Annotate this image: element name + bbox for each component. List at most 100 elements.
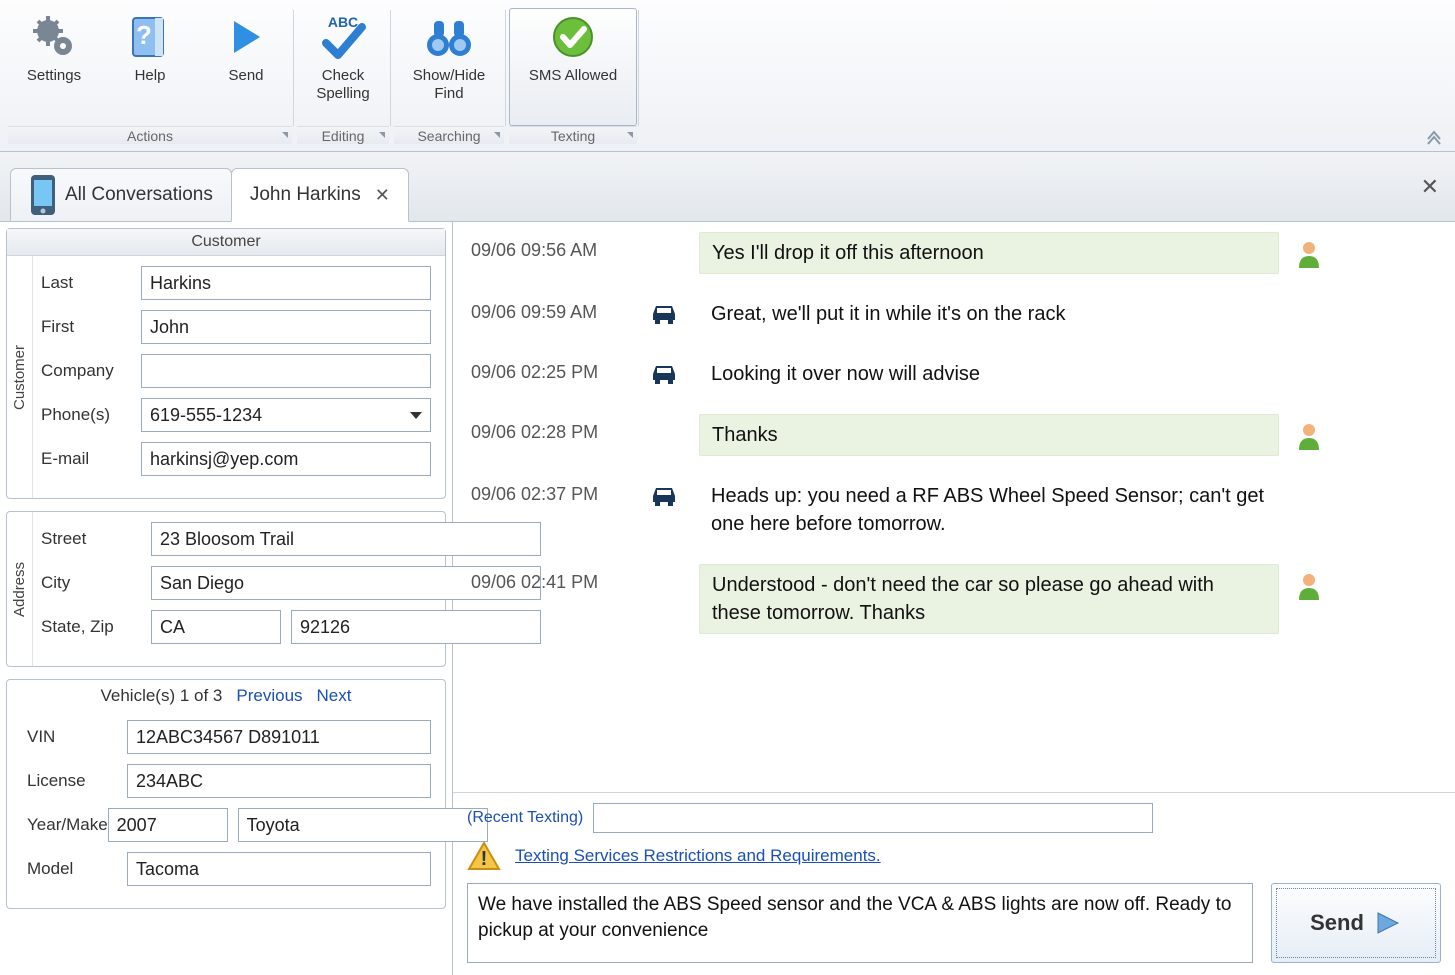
first-label: First xyxy=(41,317,141,337)
ribbon-group-title-actions: Actions xyxy=(8,126,292,144)
send-button-label: Send xyxy=(1310,910,1364,936)
first-name-input[interactable] xyxy=(141,310,431,344)
group-title-text: Searching xyxy=(417,128,480,144)
ribbon-group-title-searching: Searching xyxy=(394,126,504,144)
conversation-column: 09/06 09:56 AMYes I'll drop it off this … xyxy=(453,222,1455,975)
compose-textarea[interactable] xyxy=(467,883,1253,963)
shop-car-icon xyxy=(649,294,681,326)
vehicle-prev-link[interactable]: Previous xyxy=(236,686,302,706)
message-row: 09/06 02:37 PM Heads up: you need a RF AB… xyxy=(471,476,1431,544)
customer-avatar-icon xyxy=(1297,564,1325,600)
panel-close-icon[interactable]: ✕ xyxy=(1421,174,1439,200)
shop-car-icon xyxy=(649,476,681,508)
phone-value: 619-555-1234 xyxy=(150,405,262,426)
company-label: Company xyxy=(41,361,141,381)
warning-icon: ! xyxy=(467,841,501,871)
send-play-icon xyxy=(1374,909,1402,937)
email-label: E-mail xyxy=(41,449,141,469)
ribbon-group-searching: Show/Hide Find Searching xyxy=(392,4,507,144)
message-time: 09/06 09:59 AM xyxy=(471,294,631,323)
ribbon-group-actions: Settings ? Help Send Actions xyxy=(6,4,295,144)
left-column: Customer Customer Last First Company Pho… xyxy=(0,222,453,975)
message-row: 09/06 02:28 PM Thanks xyxy=(471,414,1431,456)
play-icon xyxy=(226,13,266,61)
vin-label: VIN xyxy=(27,727,127,747)
statezip-label: State, Zip xyxy=(41,617,151,637)
last-label: Last xyxy=(41,273,141,293)
yearmake-label: Year/Make xyxy=(27,815,108,835)
send-ribbon-button[interactable]: Send xyxy=(200,8,292,126)
sms-allowed-button[interactable]: SMS Allowed xyxy=(509,8,637,126)
spellcheck-button[interactable]: ABC Check Spelling xyxy=(297,8,389,126)
message-text: Looking it over now will advise xyxy=(699,354,1279,394)
settings-button[interactable]: Settings xyxy=(8,8,100,126)
year-input[interactable] xyxy=(108,808,228,842)
help-button[interactable]: ? Help xyxy=(104,8,196,126)
tab-all-label: All Conversations xyxy=(65,184,213,206)
find-label: Show/Hide Find xyxy=(413,67,486,103)
ribbon: Settings ? Help Send Actions xyxy=(0,0,1455,152)
message-text: Understood - don't need the car so pleas… xyxy=(699,564,1279,634)
group-expand-icon[interactable] xyxy=(494,132,500,138)
shop-car-icon xyxy=(649,354,681,386)
message-time: 09/06 02:28 PM xyxy=(471,414,631,443)
restrictions-link[interactable]: Texting Services Restrictions and Requir… xyxy=(515,846,881,866)
sms-allowed-label: SMS Allowed xyxy=(529,67,617,85)
spellcheck-label: Check Spelling xyxy=(316,67,369,103)
make-input[interactable] xyxy=(238,808,488,842)
email-input[interactable] xyxy=(141,442,431,476)
message-row: 09/06 02:25 PM Looking it over now will a… xyxy=(471,354,1431,394)
vehicle-count: Vehicle(s) 1 of 3 xyxy=(100,686,222,706)
send-ribbon-label: Send xyxy=(228,67,263,85)
customer-avatar-icon xyxy=(1297,414,1325,450)
message-row: 09/06 09:59 AM Great, we'll put it in whi… xyxy=(471,294,1431,334)
street-label: Street xyxy=(41,529,151,549)
message-text: Heads up: you need a RF ABS Wheel Speed … xyxy=(699,476,1279,544)
message-text: Yes I'll drop it off this afternoon xyxy=(699,232,1279,274)
help-label: Help xyxy=(135,67,166,85)
dropdown-caret-icon xyxy=(410,412,422,419)
tab-customer[interactable]: John Harkins ✕ xyxy=(231,168,409,222)
license-label: License xyxy=(27,771,127,791)
binoculars-icon xyxy=(424,13,474,61)
group-expand-icon[interactable] xyxy=(379,132,385,138)
message-time: 09/06 02:25 PM xyxy=(471,354,631,383)
group-title-text: Texting xyxy=(551,128,595,144)
model-input[interactable] xyxy=(127,852,431,886)
message-text: Great, we'll put it in while it's on the… xyxy=(699,294,1279,334)
ribbon-group-texting: SMS Allowed Texting xyxy=(507,4,640,144)
customer-avatar-icon xyxy=(1297,354,1325,362)
company-input[interactable] xyxy=(141,354,431,388)
recent-texting-input[interactable] xyxy=(593,803,1153,833)
message-text: Thanks xyxy=(699,414,1279,456)
tab-all-conversations[interactable]: All Conversations xyxy=(10,168,232,222)
gears-icon xyxy=(31,13,77,61)
group-title-text: Editing xyxy=(322,128,365,144)
green-check-icon xyxy=(551,13,595,61)
last-name-input[interactable] xyxy=(141,266,431,300)
vehicle-next-link[interactable]: Next xyxy=(317,686,352,706)
settings-label: Settings xyxy=(27,67,81,85)
vehicle-nav-bar: Vehicle(s) 1 of 3 Previous Next xyxy=(7,680,445,712)
svg-text:?: ? xyxy=(136,20,152,50)
main-row: Customer Customer Last First Company Pho… xyxy=(0,222,1455,975)
customer-panel: Customer Customer Last First Company Pho… xyxy=(6,228,446,499)
vin-input[interactable] xyxy=(127,720,431,754)
group-expand-icon[interactable] xyxy=(282,132,288,138)
message-list[interactable]: 09/06 09:56 AMYes I'll drop it off this … xyxy=(453,222,1455,792)
city-label: City xyxy=(41,573,151,593)
group-title-text: Actions xyxy=(127,128,173,144)
vehicle-panel: Vehicle(s) 1 of 3 Previous Next VIN Lice… xyxy=(6,679,446,909)
side-label-customer: Customer xyxy=(7,256,33,498)
message-time: 09/06 02:37 PM xyxy=(471,476,631,505)
state-input[interactable] xyxy=(151,610,281,644)
phones-dropdown[interactable]: 619-555-1234 xyxy=(141,398,431,432)
close-tab-icon[interactable]: ✕ xyxy=(375,185,390,206)
customer-avatar-icon xyxy=(1297,294,1325,302)
tab-customer-name: John Harkins xyxy=(250,184,361,206)
ribbon-collapse-icon[interactable] xyxy=(1425,127,1443,145)
group-expand-icon[interactable] xyxy=(627,132,633,138)
license-input[interactable] xyxy=(127,764,431,798)
send-button[interactable]: Send xyxy=(1271,883,1441,963)
find-button[interactable]: Show/Hide Find xyxy=(394,8,504,126)
